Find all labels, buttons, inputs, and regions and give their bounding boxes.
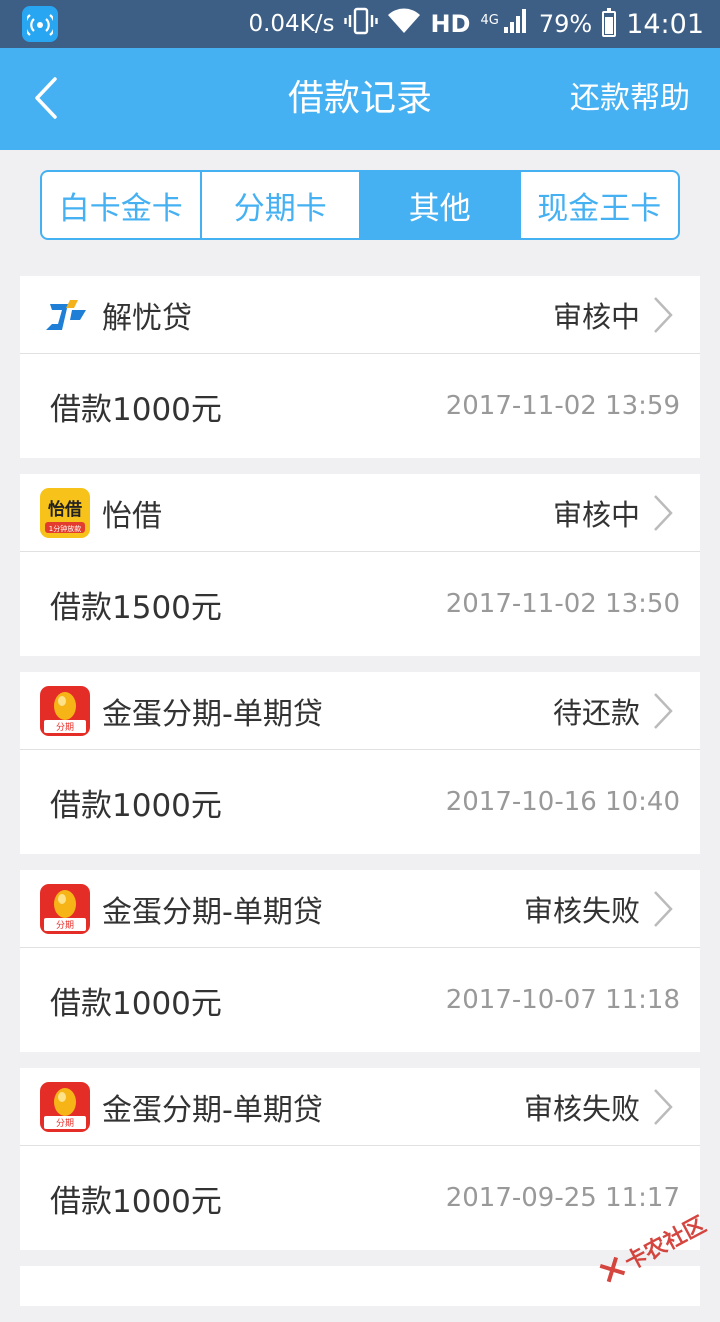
wifi-hotspot-icon bbox=[22, 6, 58, 42]
tab-other[interactable]: 其他 bbox=[361, 172, 521, 238]
lender-name: 金蛋分期-单期贷 bbox=[102, 1092, 323, 1128]
lender-name: 怡借 bbox=[102, 498, 162, 534]
card-header[interactable]: 分期 金蛋分期-单期贷 审核失败 bbox=[20, 870, 700, 948]
lender-name: 金蛋分期-单期贷 bbox=[102, 894, 323, 930]
card-header[interactable]: 怡借 1分钟放款 怡借 审核中 bbox=[20, 474, 700, 552]
jindan-logo: 分期 bbox=[40, 1081, 90, 1132]
loan-record-card[interactable]: 怡借 1分钟放款 怡借 审核中 借款1500元 2017-11-02 13:50 bbox=[20, 474, 700, 656]
status-label: 审核中 bbox=[552, 299, 640, 334]
chevron-right-icon bbox=[654, 1088, 673, 1125]
jindan-logo: 分期 bbox=[40, 883, 90, 934]
status-label: 审核失败 bbox=[523, 893, 640, 928]
card-body: 借款1000元 2017-09-25 11:17 bbox=[20, 1146, 700, 1250]
loan-date: 2017-09-25 11:17 bbox=[445, 1183, 680, 1213]
card-body: 借款1000元 2017-11-02 13:59 bbox=[20, 354, 700, 458]
hd-indicator: HD bbox=[430, 10, 471, 38]
network-type: 4G bbox=[480, 13, 499, 28]
card-body: 借款1000元 2017-10-07 11:18 bbox=[20, 948, 700, 1052]
loan-date: 2017-10-07 11:18 bbox=[445, 985, 680, 1015]
loan-record-list: 解忧贷 审核中 借款1000元 2017-11-02 13:59 怡借 1分钟放… bbox=[20, 276, 700, 1322]
jindan-logo: 分期 bbox=[40, 685, 90, 736]
category-tabs: 白卡金卡 分期卡 其他 现金王卡 bbox=[40, 170, 680, 240]
card-header[interactable]: 分期 金蛋分期-单期贷 待还款 bbox=[20, 672, 700, 750]
loan-date: 2017-11-02 13:50 bbox=[445, 589, 680, 619]
status-label: 待还款 bbox=[552, 695, 640, 730]
card-body: 借款1000元 2017-10-16 10:40 bbox=[20, 750, 700, 854]
vibrate-icon bbox=[344, 7, 379, 41]
yijie-logo-subtext: 1分钟放款 bbox=[49, 524, 81, 533]
lender-name: 金蛋分期-单期贷 bbox=[102, 696, 323, 732]
jindan-logo-text: 分期 bbox=[56, 920, 74, 931]
loan-record-card[interactable]: 分期 金蛋分期-单期贷 待还款 借款1000元 2017-10-16 10:40 bbox=[20, 672, 700, 854]
loan-record-card[interactable]: 分期 金蛋分期-单期贷 审核失败 借款1000元 2017-09-25 11:1… bbox=[20, 1068, 700, 1250]
jindan-logo-text: 分期 bbox=[56, 722, 74, 733]
loan-amount: 借款1000元 bbox=[50, 391, 222, 428]
app-header: 借款记录 还款帮助 bbox=[0, 48, 720, 150]
repayment-help-link[interactable]: 还款帮助 bbox=[570, 48, 690, 150]
card-header[interactable]: 解忧贷 审核中 bbox=[20, 276, 700, 354]
battery-percent: 79% bbox=[538, 10, 593, 38]
loan-amount: 借款1000元 bbox=[50, 1183, 222, 1220]
yijie-logo-text: 怡借 bbox=[48, 499, 82, 520]
battery-icon bbox=[602, 8, 617, 37]
chevron-right-icon bbox=[654, 692, 673, 729]
loan-amount: 借款1000元 bbox=[50, 787, 222, 824]
card-body: 借款1500元 2017-11-02 13:50 bbox=[20, 552, 700, 656]
signal-icon bbox=[503, 8, 529, 40]
loan-record-card-partial[interactable] bbox=[20, 1266, 700, 1306]
loan-record-card[interactable]: 解忧贷 审核中 借款1000元 2017-11-02 13:59 bbox=[20, 276, 700, 458]
clock: 14:01 bbox=[626, 8, 704, 40]
status-bar: 0.04K/s HD 4G 79% 14:01 bbox=[0, 0, 720, 48]
chevron-right-icon bbox=[654, 494, 673, 531]
jieyoudai-logo bbox=[46, 299, 86, 330]
yijie-logo: 怡借 1分钟放款 bbox=[40, 487, 90, 538]
loan-record-card[interactable]: 分期 金蛋分期-单期贷 审核失败 借款1000元 2017-10-07 11:1… bbox=[20, 870, 700, 1052]
chevron-right-icon bbox=[654, 890, 673, 927]
chevron-right-icon bbox=[654, 296, 673, 333]
loan-date: 2017-11-02 13:59 bbox=[445, 391, 680, 421]
tab-xianjinwangka[interactable]: 现金王卡 bbox=[521, 172, 679, 238]
loan-date: 2017-10-16 10:40 bbox=[445, 787, 680, 817]
network-speed: 0.04K/s bbox=[248, 11, 335, 37]
tab-baika-jinka[interactable]: 白卡金卡 bbox=[42, 172, 202, 238]
status-label: 审核中 bbox=[552, 497, 640, 532]
loan-amount: 借款1500元 bbox=[50, 589, 222, 626]
loan-amount: 借款1000元 bbox=[50, 985, 222, 1022]
jindan-logo-text: 分期 bbox=[56, 1118, 74, 1129]
wifi-icon bbox=[388, 8, 421, 40]
status-label: 审核失败 bbox=[523, 1091, 640, 1126]
card-header[interactable]: 分期 金蛋分期-单期贷 审核失败 bbox=[20, 1068, 700, 1146]
tab-fenqika[interactable]: 分期卡 bbox=[202, 172, 361, 238]
lender-name: 解忧贷 bbox=[102, 300, 192, 336]
